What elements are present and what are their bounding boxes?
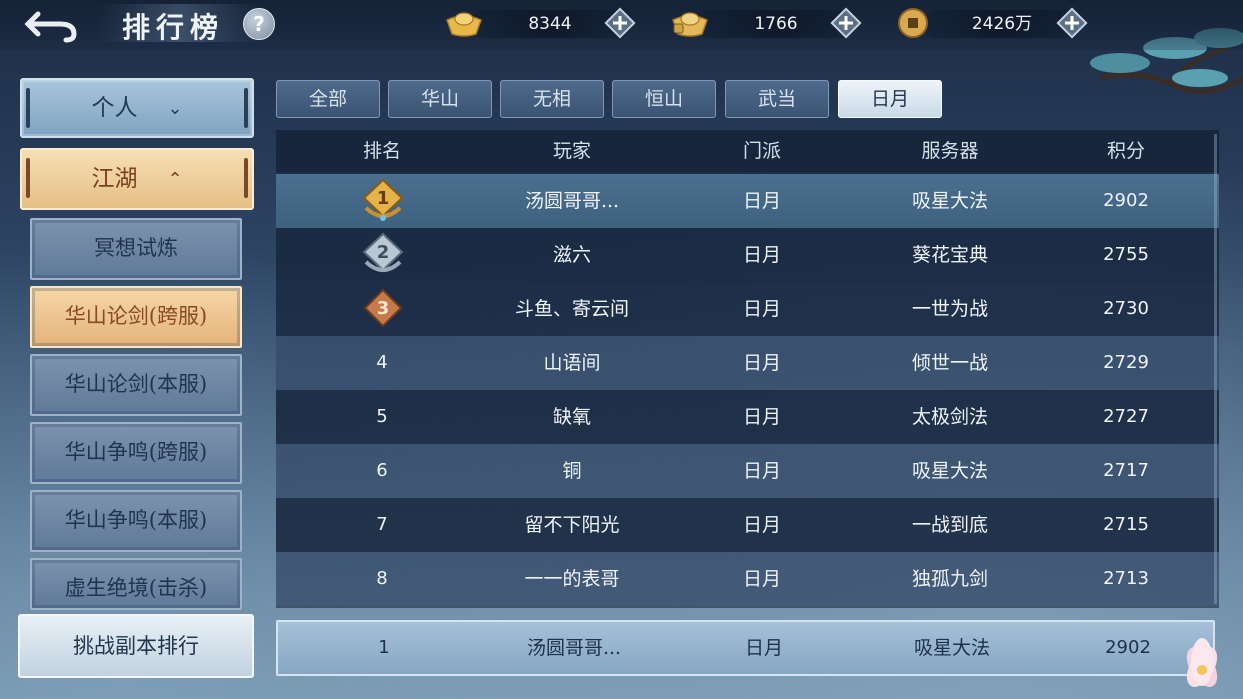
player-score: 2727 [1103,406,1149,427]
tab-hengshan[interactable]: 恒山 [612,80,716,118]
player-name: 山语间 [543,352,601,374]
player-school: 日月 [742,460,781,482]
table-header: 排名 玩家 门派 服务器 积分 [276,130,1219,172]
player-rank: 4 [376,352,388,373]
player-score: 2755 [1103,244,1149,265]
player-name: 斗鱼、寄云间 [514,298,629,320]
table-row[interactable]: 4 山语间 日月 倾世一战 2729 [276,336,1219,390]
nav-sub-item-active[interactable]: 华山论剑(跨服) [30,286,242,348]
nav-sub-item[interactable]: 虚生绝境(击杀) [30,558,242,610]
player-school: 日月 [742,406,781,428]
player-name: 留不下阳光 [524,514,620,536]
player-server: 倾世一战 [911,352,988,374]
header-score: 积分 [1106,140,1145,162]
header-rank: 排名 [362,140,401,162]
nav-sub-item[interactable]: 华山论剑(本服) [30,354,242,416]
player-score: 2729 [1103,352,1149,373]
my-player-name: 汤圆哥哥... [526,637,622,659]
player-rank: 6 [376,460,388,481]
ranking-table: 排名 玩家 门派 服务器 积分 1 汤圆哥哥... 日月 吸星大法 2902 2… [276,130,1219,608]
header-player: 玩家 [552,140,591,162]
page-title: 排行榜 [122,11,225,44]
player-server: 吸星大法 [911,190,988,212]
gold-medal-icon: 1 [362,178,404,221]
bronze-medal-icon: 3 [363,288,403,328]
nav-personal[interactable]: 个人 ⌄ [20,78,254,138]
nav-frame-right [244,158,248,198]
chevron-up-icon: ⌃ [167,169,183,190]
player-name: 铜 [562,460,582,482]
player-server: 葵花宝典 [911,244,988,266]
table-scrollbar[interactable] [1214,134,1217,604]
my-rank-row: 1 汤圆哥哥... 日月 吸星大法 2902 [276,620,1215,676]
player-score: 2902 [1103,190,1149,211]
tab-all[interactable]: 全部 [276,80,380,118]
nav-sub-item[interactable]: 华山争鸣(本服) [30,490,242,552]
currency-coin: 2426万 [896,6,1096,40]
header-school: 门派 [742,140,781,162]
chevron-down-icon: ⌄ [167,98,183,119]
table-row[interactable]: 3 斗鱼、寄云间 日月 一世为战 2730 [276,282,1219,336]
player-server: 一世为战 [911,298,988,320]
table-row[interactable]: 1 汤圆哥哥... 日月 吸星大法 2902 [276,174,1219,228]
nav-personal-label: 个人 [91,95,138,121]
player-score: 2717 [1103,460,1149,481]
back-arrow-icon[interactable] [24,6,82,44]
add-bound-plus-icon[interactable] [830,7,862,39]
player-rank: 8 [376,568,388,589]
table-row[interactable]: 5 缺氧 日月 太极剑法 2727 [276,390,1219,444]
player-name: 缺氧 [552,406,591,428]
lotus-flower-decoration [1186,638,1218,687]
silver-medal-icon: 2 [362,232,404,272]
player-rank: 7 [376,514,388,535]
nav-sub-item[interactable]: 冥想试炼 [30,218,242,280]
player-server: 独孤九剑 [911,568,988,590]
nav-frame-left [26,158,30,198]
player-score: 2713 [1103,568,1149,589]
table-row[interactable]: 2 滋六 日月 葵花宝典 2755 [276,228,1219,282]
tab-huashan[interactable]: 华山 [388,80,492,118]
tab-riyue[interactable]: 日月 [838,80,942,118]
player-server: 一战到底 [911,514,988,536]
player-school: 日月 [742,190,781,212]
player-school: 日月 [742,244,781,266]
svg-text:1: 1 [377,188,390,209]
header-server: 服务器 [921,140,979,162]
nav-frame-right [244,88,248,128]
svg-text:3: 3 [377,298,390,319]
nav-challenge-ranking[interactable]: 挑战副本排行 [18,614,254,678]
nav-jianghu[interactable]: 江湖 ⌃ [20,148,254,210]
my-school: 日月 [744,637,783,659]
player-rank: 5 [376,406,388,427]
player-name: 滋六 [552,244,591,266]
player-school: 日月 [742,352,781,374]
currency-bound: 1766 [670,6,870,40]
player-server: 吸星大法 [911,460,988,482]
help-button[interactable]: ? [243,8,275,40]
my-server: 吸星大法 [913,637,990,659]
player-school: 日月 [742,568,781,590]
tab-wuxiang[interactable]: 无相 [500,80,604,118]
player-name: 一一的表哥 [524,568,620,590]
player-school: 日月 [742,514,781,536]
currency-gold: 8344 [444,6,644,40]
table-row[interactable]: 6 铜 日月 吸星大法 2717 [276,444,1219,498]
player-school: 日月 [742,298,781,320]
player-name: 汤圆哥哥... [524,190,620,212]
player-server: 太极剑法 [911,406,988,428]
add-gold-plus-icon[interactable] [604,7,636,39]
tab-wudang[interactable]: 武当 [725,80,829,118]
nav-sub-item[interactable]: 华山争鸣(跨服) [30,422,242,484]
my-rank: 1 [378,637,390,658]
add-coin-plus-icon[interactable] [1056,7,1088,39]
player-score: 2715 [1103,514,1149,535]
player-score: 2730 [1103,298,1149,319]
nav-jianghu-label: 江湖 [91,166,138,192]
table-row[interactable]: 8 一一的表哥 日月 独孤九剑 2713 [276,552,1219,606]
table-row[interactable]: 7 留不下阳光 日月 一战到底 2715 [276,498,1219,552]
svg-text:2: 2 [377,242,390,263]
nav-frame-left [26,88,30,128]
